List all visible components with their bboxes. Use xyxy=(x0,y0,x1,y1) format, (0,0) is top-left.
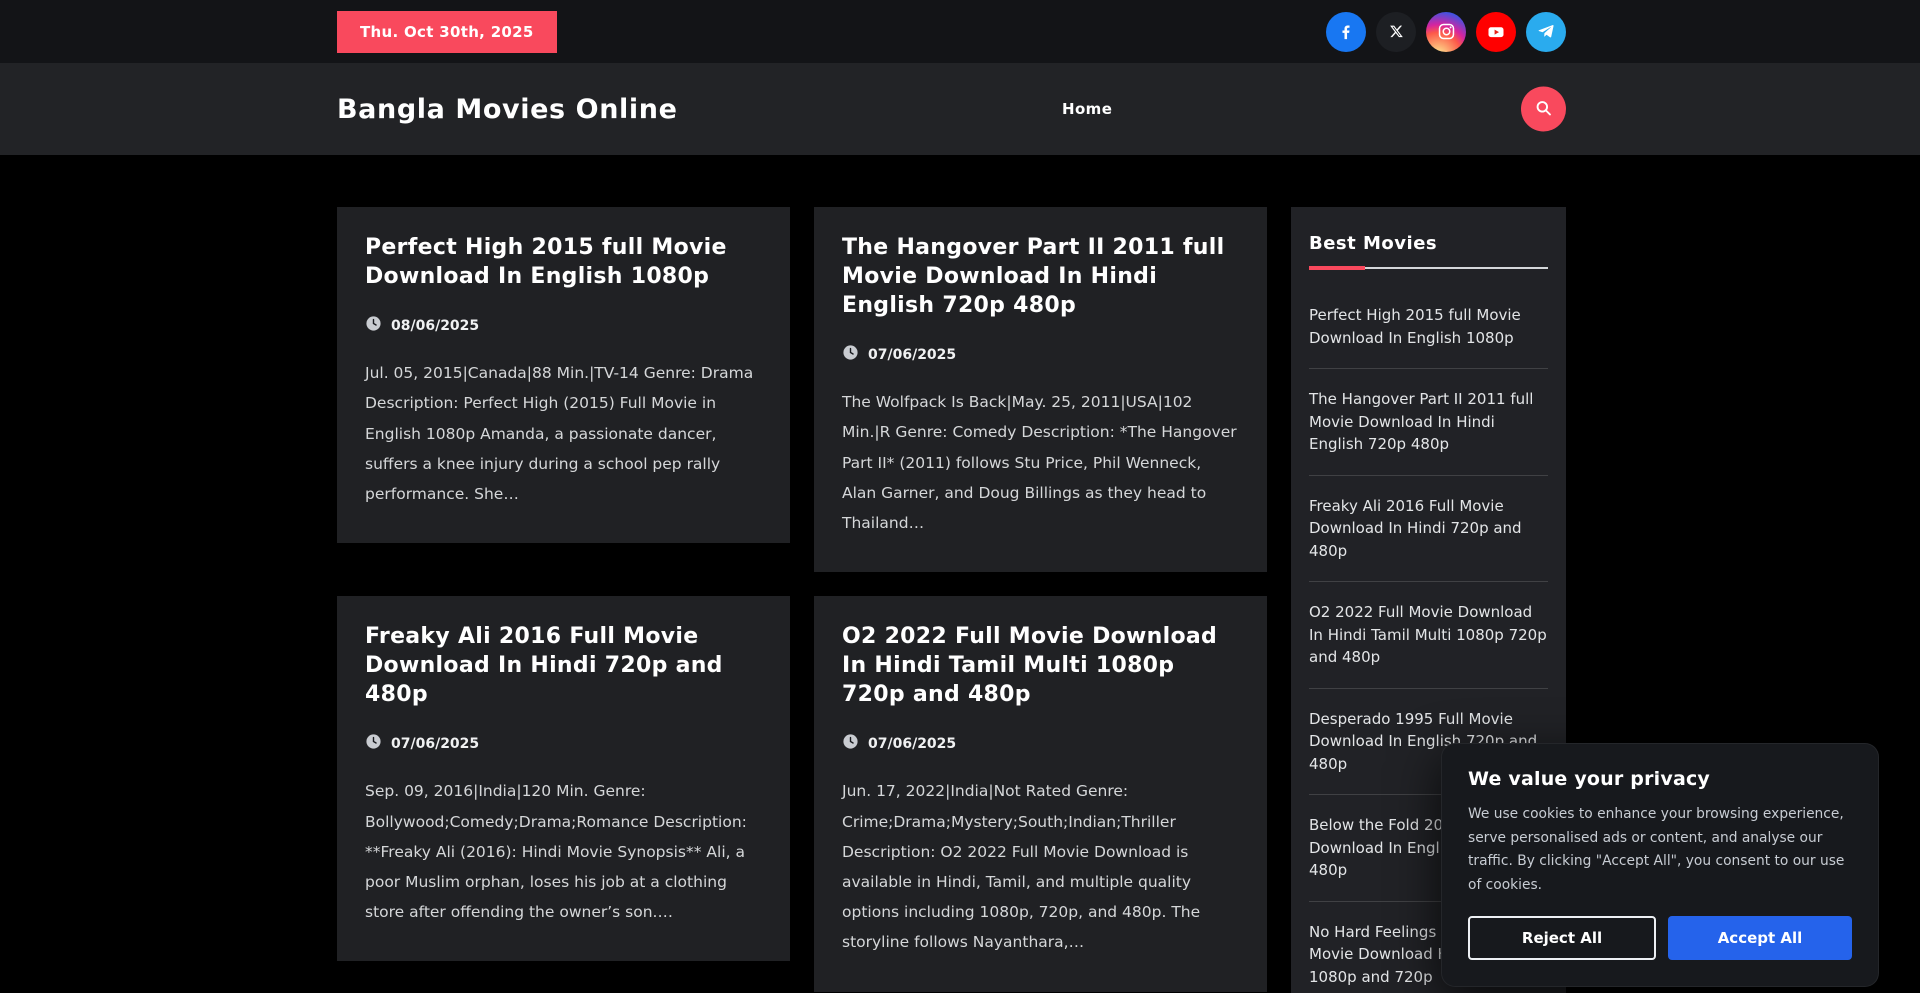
sidebar-movie-link[interactable]: Perfect High 2015 full Movie Download In… xyxy=(1309,285,1548,368)
cookie-consent-message: We use cookies to enhance your browsing … xyxy=(1468,803,1852,898)
topbar: Thu. Oct 30th, 2025 xyxy=(0,0,1920,63)
article-title-link[interactable]: O2 2022 Full Movie Download In Hindi Tam… xyxy=(842,622,1239,709)
clock-icon xyxy=(842,344,859,365)
main-content: Perfect High 2015 full Movie Download In… xyxy=(337,155,1566,993)
cookie-consent-actions: Reject All Accept All xyxy=(1468,916,1852,960)
article-card: Freaky Ali 2016 Full Movie Download In H… xyxy=(337,596,790,961)
sidebar-movie-link[interactable]: O2 2022 Full Movie Download In Hindi Tam… xyxy=(1309,581,1548,688)
search-icon xyxy=(1534,98,1553,120)
telegram-icon xyxy=(1538,23,1555,40)
clock-icon xyxy=(365,733,382,754)
article-date-text: 07/06/2025 xyxy=(868,347,956,363)
instagram-icon xyxy=(1437,22,1456,41)
sidebar-movie-link[interactable]: The Hangover Part II 2011 full Movie Dow… xyxy=(1309,368,1548,475)
social-link-telegram[interactable] xyxy=(1526,12,1566,52)
article-excerpt: The Wolfpack Is Back|May. 25, 2011|USA|1… xyxy=(842,387,1239,538)
article-excerpt: Sep. 09, 2016|India|120 Min. Genre: Boll… xyxy=(365,776,762,927)
article-date: 07/06/2025 xyxy=(842,733,1239,754)
accept-all-button[interactable]: Accept All xyxy=(1668,916,1852,960)
sidebar-heading: Best Movies xyxy=(1309,233,1548,254)
article-title-link[interactable]: Perfect High 2015 full Movie Download In… xyxy=(365,233,762,291)
nav-item-home[interactable]: Home xyxy=(1062,100,1112,118)
articles-grid: Perfect High 2015 full Movie Download In… xyxy=(337,207,1267,992)
article-date: 07/06/2025 xyxy=(365,733,762,754)
reject-all-button[interactable]: Reject All xyxy=(1468,916,1656,960)
clock-icon xyxy=(842,733,859,754)
article-date-text: 07/06/2025 xyxy=(868,736,956,752)
cookie-consent-title: We value your privacy xyxy=(1468,768,1852,790)
article-excerpt: Jul. 05, 2015|Canada|88 Min.|TV-14 Genre… xyxy=(365,358,762,509)
article-card: The Hangover Part II 2011 full Movie Dow… xyxy=(814,207,1267,572)
social-link-facebook[interactable] xyxy=(1326,12,1366,52)
article-title-link[interactable]: Freaky Ali 2016 Full Movie Download In H… xyxy=(365,622,762,709)
social-links xyxy=(1326,12,1566,52)
article-title-link[interactable]: The Hangover Part II 2011 full Movie Dow… xyxy=(842,233,1239,320)
social-link-youtube[interactable] xyxy=(1476,12,1516,52)
site-title-link[interactable]: Bangla Movies Online xyxy=(337,94,678,125)
sidebar-heading-underline-accent xyxy=(1309,266,1365,270)
site-header: Bangla Movies Online Home xyxy=(0,63,1920,155)
article-excerpt: Jun. 17, 2022|India|Not Rated Genre: Cri… xyxy=(842,776,1239,957)
article-date-text: 08/06/2025 xyxy=(391,318,479,334)
cookie-consent-dialog: We value your privacy We use cookies to … xyxy=(1441,743,1879,987)
article-date-text: 07/06/2025 xyxy=(391,736,479,752)
clock-icon xyxy=(365,315,382,336)
date-badge: Thu. Oct 30th, 2025 xyxy=(337,11,557,53)
sidebar-heading-underline xyxy=(1309,267,1548,269)
social-link-x[interactable] xyxy=(1376,12,1416,52)
article-date: 07/06/2025 xyxy=(842,344,1239,365)
youtube-icon xyxy=(1486,22,1506,42)
search-button[interactable] xyxy=(1521,87,1566,132)
article-card: O2 2022 Full Movie Download In Hindi Tam… xyxy=(814,596,1267,991)
x-icon xyxy=(1389,24,1404,39)
social-link-instagram[interactable] xyxy=(1426,12,1466,52)
article-card: Perfect High 2015 full Movie Download In… xyxy=(337,207,790,543)
article-date: 08/06/2025 xyxy=(365,315,762,336)
sidebar-movie-link[interactable]: Freaky Ali 2016 Full Movie Download In H… xyxy=(1309,475,1548,582)
facebook-icon xyxy=(1337,23,1355,41)
